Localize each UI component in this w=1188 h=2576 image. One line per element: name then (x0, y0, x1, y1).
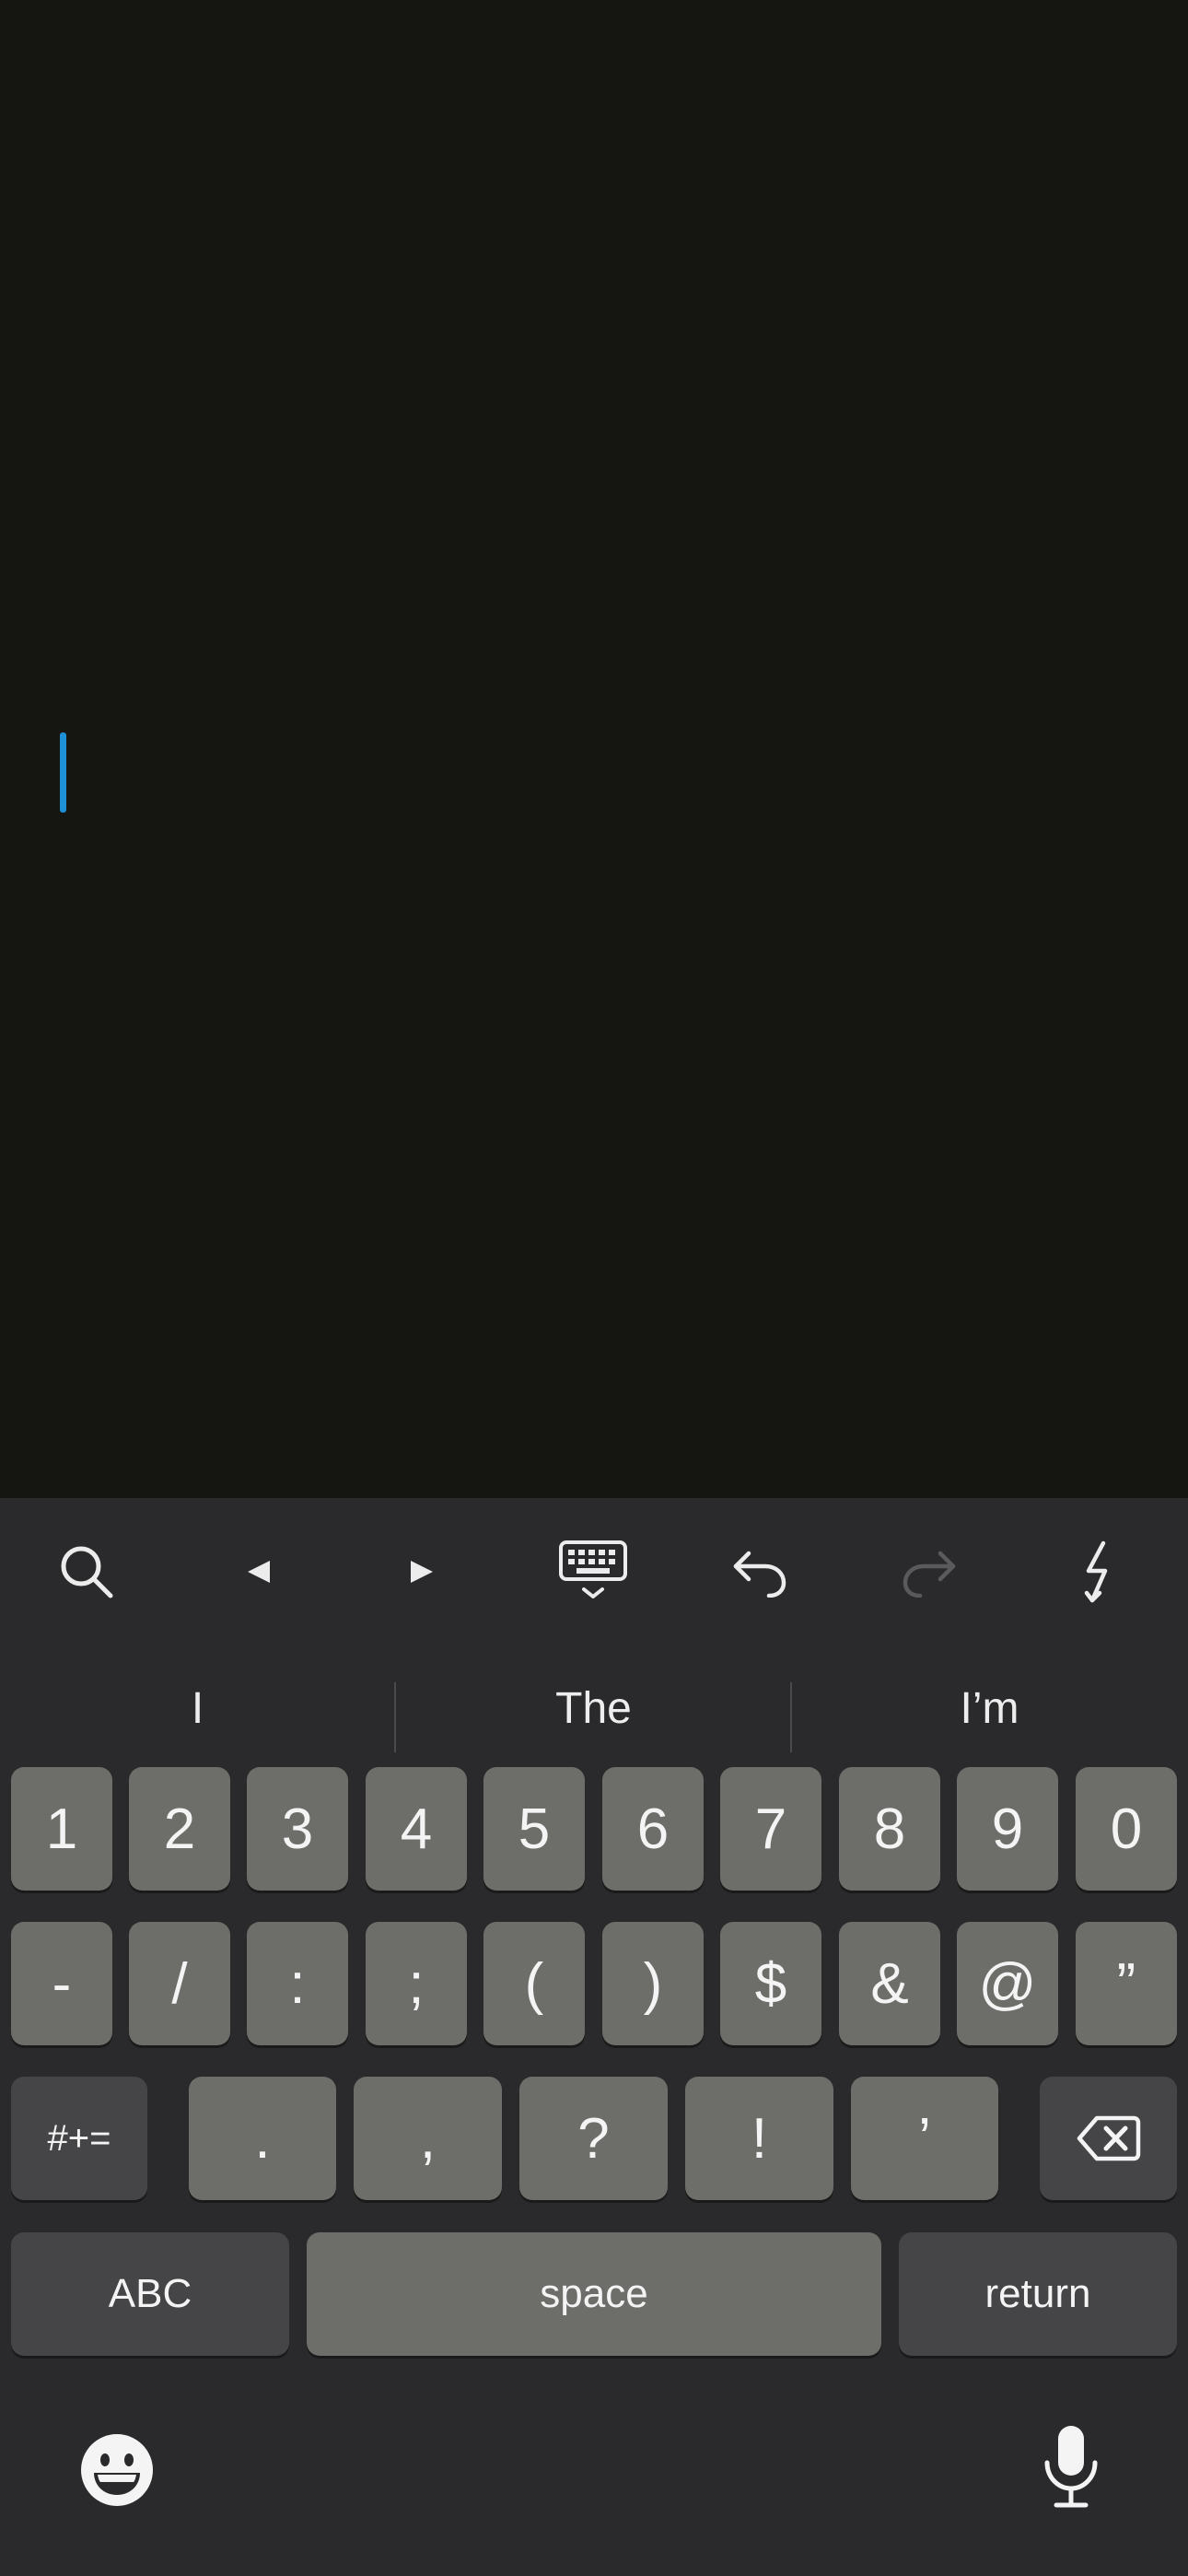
emoji-icon (81, 2434, 153, 2506)
arrow-left-icon (248, 1561, 270, 1583)
delete-key[interactable] (1040, 2077, 1177, 2200)
dictation-button[interactable] (1020, 2416, 1122, 2517)
key-colon[interactable]: : (247, 1922, 348, 2045)
lightning-icon (1084, 1540, 1108, 1603)
quick-actions-button[interactable] (1052, 1526, 1144, 1618)
key-7[interactable]: 7 (720, 1767, 821, 1891)
cursor-left-button[interactable] (213, 1526, 305, 1618)
key-8[interactable]: 8 (839, 1767, 940, 1891)
key-at[interactable]: @ (957, 1922, 1058, 2045)
key-hyphen[interactable]: - (11, 1922, 112, 2045)
key-period[interactable]: . (189, 2077, 336, 2200)
keyboard-toolbar (0, 1498, 1188, 1636)
undo-button[interactable] (714, 1526, 806, 1618)
emoji-button[interactable] (66, 2419, 168, 2521)
return-key[interactable]: return (899, 2232, 1177, 2356)
suggestion-item[interactable]: The (396, 1655, 791, 1762)
redo-button[interactable] (883, 1526, 975, 1618)
keyboard: I The I’m 1 2 3 4 5 6 7 8 9 0 - / : ; ( … (0, 1498, 1188, 2576)
microphone-icon (1044, 2426, 1098, 2508)
key-apostrophe[interactable]: ’ (851, 2077, 998, 2200)
key-dollar[interactable]: $ (720, 1922, 821, 2045)
key-6[interactable]: 6 (602, 1767, 704, 1891)
suggestion-bar: I The I’m (0, 1655, 1188, 1762)
search-icon (61, 1546, 113, 1598)
key-0[interactable]: 0 (1076, 1767, 1177, 1891)
key-open-paren[interactable]: ( (483, 1922, 585, 2045)
app-screen: I The I’m 1 2 3 4 5 6 7 8 9 0 - / : ; ( … (0, 0, 1188, 2576)
cursor-right-button[interactable] (376, 1526, 468, 1618)
text-editor[interactable] (0, 0, 1188, 1498)
symbols-toggle-key[interactable]: #+= (11, 2077, 147, 2200)
key-9[interactable]: 9 (957, 1767, 1058, 1891)
key-4[interactable]: 4 (366, 1767, 467, 1891)
key-semicolon[interactable]: ; (366, 1922, 467, 2045)
key-slash[interactable]: / (129, 1922, 230, 2045)
backspace-icon (1077, 2115, 1140, 2161)
keyboard-dismiss-icon (559, 1540, 627, 1598)
key-5[interactable]: 5 (483, 1767, 585, 1891)
key-3[interactable]: 3 (247, 1767, 348, 1891)
key-question[interactable]: ? (519, 2077, 668, 2200)
text-caret (60, 732, 66, 813)
abc-key[interactable]: ABC (11, 2232, 289, 2356)
redo-icon (903, 1551, 956, 1598)
key-quote[interactable]: ” (1076, 1922, 1177, 2045)
key-2[interactable]: 2 (129, 1767, 230, 1891)
dismiss-keyboard-button[interactable] (547, 1526, 639, 1618)
space-key[interactable]: space (307, 2232, 881, 2356)
suggestion-item[interactable]: I’m (792, 1655, 1187, 1762)
search-button[interactable] (41, 1526, 133, 1618)
key-ampersand[interactable]: & (839, 1922, 940, 2045)
key-1[interactable]: 1 (11, 1767, 112, 1891)
arrow-right-icon (411, 1561, 433, 1583)
suggestion-item[interactable]: I (0, 1655, 395, 1762)
keyboard-bottom-bar (0, 2410, 1188, 2576)
undo-icon (733, 1551, 786, 1598)
key-exclamation[interactable]: ! (685, 2077, 833, 2200)
key-comma[interactable]: , (354, 2077, 502, 2200)
key-close-paren[interactable]: ) (602, 1922, 704, 2045)
